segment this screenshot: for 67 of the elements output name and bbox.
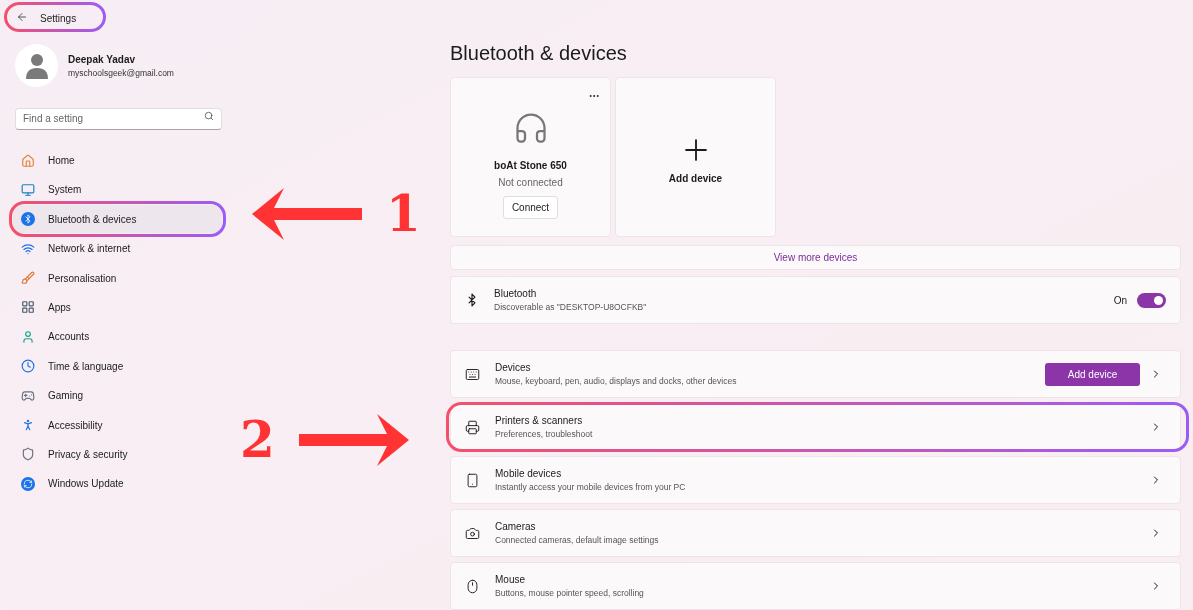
nav-item[interactable]: Bluetooth & devices bbox=[13, 205, 222, 234]
settings-row[interactable]: Mouse Buttons, mouse pointer speed, scrolling bbox=[450, 562, 1181, 610]
shield-icon bbox=[21, 447, 35, 462]
step-number: 2 bbox=[240, 415, 275, 465]
add-device-card[interactable]: Add device bbox=[615, 77, 776, 237]
toggle-switch[interactable] bbox=[1137, 292, 1166, 308]
user-name: Deepak Yadav bbox=[68, 52, 137, 67]
gamepad-icon bbox=[21, 388, 35, 403]
person-silhouette-icon bbox=[24, 52, 49, 79]
row-title: Mouse bbox=[495, 573, 526, 588]
device-name: boAt Stone 650 bbox=[494, 159, 567, 173]
phone-icon bbox=[465, 472, 480, 488]
page-title: Bluetooth & devices bbox=[450, 43, 628, 63]
nav-item[interactable]: Privacy & security bbox=[13, 440, 222, 469]
search-icon bbox=[204, 111, 214, 121]
add-device-button[interactable]: Add device bbox=[1045, 362, 1140, 386]
row-title: Devices bbox=[495, 361, 532, 376]
back-icon bbox=[16, 11, 28, 23]
person-icon bbox=[21, 329, 35, 344]
brush-icon bbox=[21, 271, 35, 286]
printer-icon bbox=[465, 419, 480, 435]
window-title: Settings bbox=[40, 12, 77, 26]
nav-item[interactable]: Network & internet bbox=[13, 234, 222, 263]
row-subtitle: Discoverable as "DESKTOP-U8OCFKB" bbox=[494, 301, 648, 314]
nav-item[interactable]: System bbox=[13, 175, 222, 204]
row-subtitle: Mouse, keyboard, pen, audio, displays and docks, other devices bbox=[495, 375, 738, 388]
user-email: myschoolsgeek@gmail.com bbox=[68, 66, 174, 80]
nav-item[interactable]: Gaming bbox=[13, 381, 222, 410]
toggle-state: On bbox=[1113, 293, 1127, 308]
update-icon bbox=[21, 476, 35, 491]
row-title: Printers & scanners bbox=[495, 414, 584, 429]
clock-icon bbox=[21, 359, 35, 374]
nav-item[interactable]: Personalisation bbox=[13, 264, 222, 293]
mouse-icon bbox=[465, 578, 480, 594]
settings-row[interactable]: Cameras Connected cameras, default image settings bbox=[450, 509, 1181, 557]
nav-item[interactable]: Windows Update bbox=[13, 469, 222, 498]
nav-item[interactable]: Time & language bbox=[13, 352, 222, 381]
arrow-icon bbox=[252, 188, 362, 240]
nav-item[interactable]: Home bbox=[13, 146, 222, 175]
row-subtitle: Connected cameras, default image settings bbox=[495, 534, 660, 547]
monitor-icon bbox=[21, 182, 35, 197]
step-number: 1 bbox=[386, 189, 421, 239]
view-more-link[interactable]: View more devices bbox=[773, 250, 858, 265]
nav-item[interactable]: Accounts bbox=[13, 322, 222, 351]
back-button[interactable] bbox=[16, 11, 28, 23]
settings-row[interactable]: Printers & scanners Preferences, troubleshoot bbox=[450, 403, 1181, 451]
keyboard-icon bbox=[465, 366, 480, 382]
row-title: Cameras bbox=[495, 520, 537, 535]
row-subtitle: Preferences, troubleshoot bbox=[495, 428, 594, 441]
row-subtitle: Instantly access your mobile devices from your PC bbox=[495, 481, 687, 494]
settings-row[interactable]: Devices Mouse, keyboard, pen, audio, displays and docks, other devices Add device bbox=[450, 350, 1181, 398]
device-status: Not connected bbox=[498, 176, 563, 190]
row-subtitle: Buttons, mouse pointer speed, scrolling bbox=[495, 587, 645, 600]
settings-row[interactable]: Mobile devices Instantly access your mobile devices from your PC bbox=[450, 456, 1181, 504]
camera-icon bbox=[465, 525, 480, 541]
search-field[interactable]: Find a setting bbox=[15, 107, 222, 130]
row-title: Bluetooth bbox=[494, 287, 538, 302]
nav-item[interactable]: Apps bbox=[13, 293, 222, 322]
connect-button[interactable]: Connect bbox=[502, 196, 559, 219]
arrow-icon bbox=[298, 414, 409, 466]
nav-item[interactable]: Accessibility bbox=[13, 411, 222, 439]
bluetooth-icon bbox=[21, 212, 35, 227]
apps-icon bbox=[21, 300, 35, 315]
row-title: Mobile devices bbox=[495, 467, 563, 482]
wifi-icon bbox=[21, 241, 35, 256]
home-icon bbox=[21, 153, 35, 168]
accessibility-icon bbox=[21, 418, 35, 432]
